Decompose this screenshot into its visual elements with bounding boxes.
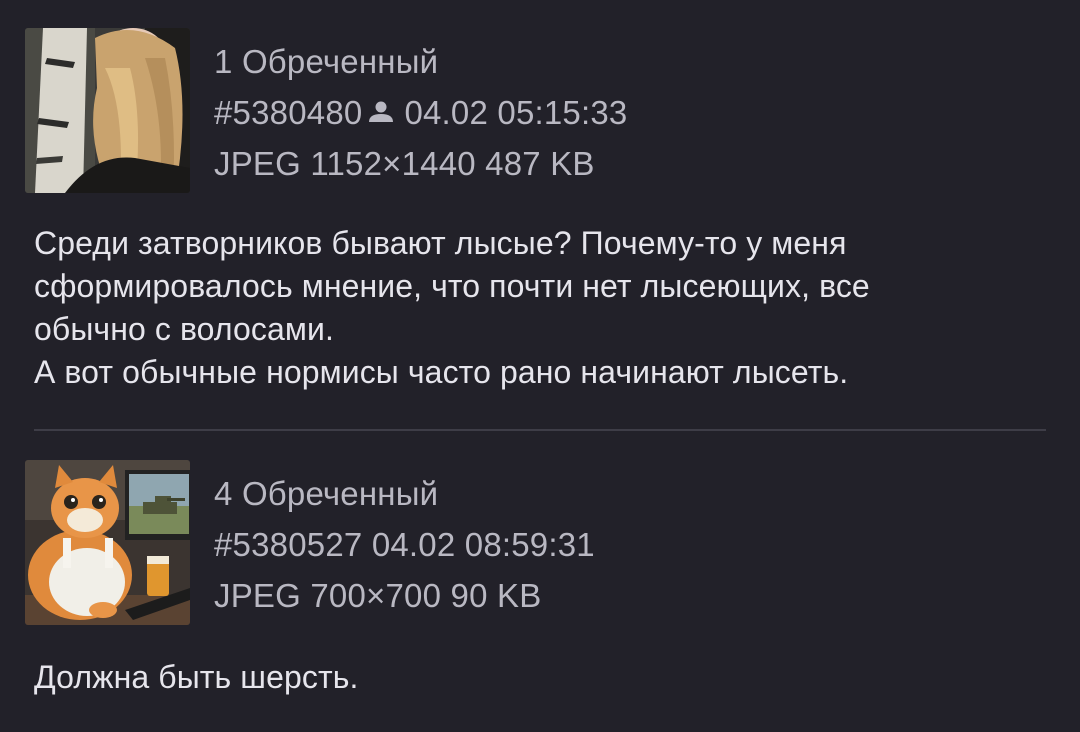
post-text-line: А вот обычные нормисы часто рано начинаю…: [34, 354, 849, 390]
user-icon: [369, 101, 394, 123]
post-1-body: Среди затворников бывают лысые? Почему-т…: [34, 222, 1054, 394]
post-text-line: Должна быть шерсть.: [34, 659, 359, 695]
post-2-thumbnail[interactable]: [25, 460, 190, 625]
post-2-id-line: #5380527 04.02 08:59:31: [214, 519, 595, 570]
post-1-header: 1 Обреченный: [214, 36, 627, 87]
post-author: Обреченный: [241, 475, 439, 512]
post-1-id-line: #5380480 04.02 05:15:33: [214, 87, 627, 138]
post-file-info: JPEG 1152×1440 487 KB: [214, 145, 595, 182]
post-2-header: 4 Обреченный: [214, 468, 595, 519]
post-divider: [34, 429, 1046, 431]
post-2-body: Должна быть шерсть.: [34, 656, 1054, 699]
post-datetime: 04.02 08:59:31: [371, 526, 595, 563]
post-number: 4: [214, 475, 233, 512]
post-1-meta: 1 Обреченный #5380480 04.02 05:15:33 JPEG…: [214, 36, 627, 189]
post-datetime: 04.02 05:15:33: [404, 94, 628, 131]
post-text-line: Среди затворников бывают лысые? Почему-т…: [34, 225, 847, 261]
post-id[interactable]: #5380480: [214, 94, 362, 131]
post-number: 1: [214, 43, 233, 80]
cat-gamer-photo-icon: [25, 460, 190, 625]
post-1-thumbnail[interactable]: [25, 28, 190, 193]
post-text-line: сформировалось мнение, что почти нет лыс…: [34, 268, 870, 304]
post-text-line: обычно с волосами.: [34, 311, 334, 347]
girl-birch-photo-icon: [25, 28, 190, 193]
post-author: Обреченный: [241, 43, 439, 80]
post-id[interactable]: #5380527: [214, 526, 362, 563]
post-2-meta: 4 Обреченный #5380527 04.02 08:59:31 JPE…: [214, 468, 595, 621]
post-file-info: JPEG 700×700 90 KB: [214, 577, 542, 614]
